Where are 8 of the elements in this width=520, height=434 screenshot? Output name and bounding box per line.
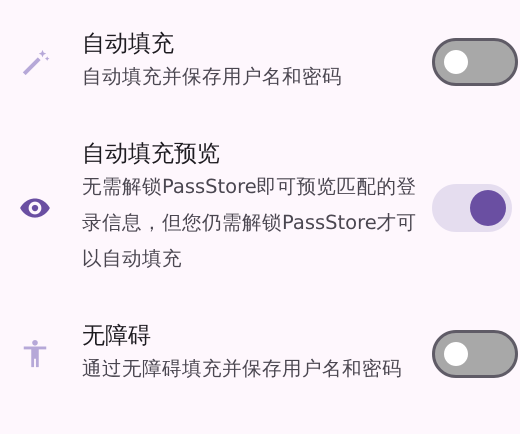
setting-description: 自动填充并保存用户名和密码 [82,64,343,90]
toggle-switch[interactable] [432,330,518,378]
toggle-switch[interactable] [432,38,518,86]
setting-description: 通过无障碍填充并保存用户名和密码 [82,356,403,382]
setting-title: 无障碍 [82,322,152,351]
setting-description: 无需解锁PassStore即可预览匹配的登录信息，但您仍需解锁PassStore才可以自动填充 [82,174,418,272]
setting-title: 自动填充预览 [82,140,221,169]
setting-title: 自动填充 [82,30,175,59]
